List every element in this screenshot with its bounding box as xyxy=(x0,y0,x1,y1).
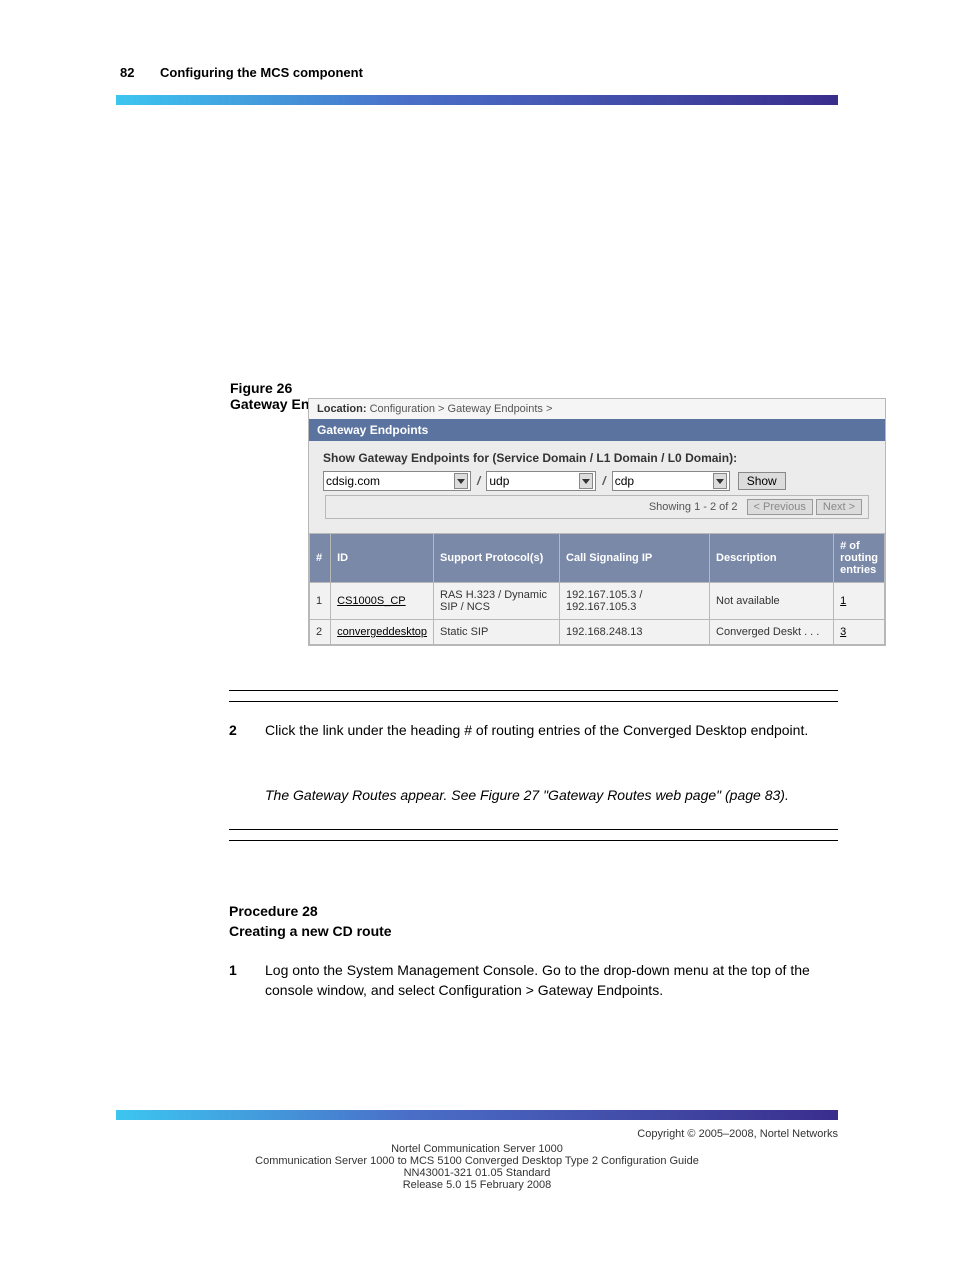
select-value: udp xyxy=(489,474,509,488)
col-desc: Description xyxy=(710,534,834,583)
fig-num: Figure 26 xyxy=(230,380,428,396)
filter-bar: Show Gateway Endpoints for (Service Doma… xyxy=(309,441,885,533)
header-gradient-bar xyxy=(116,95,838,105)
endpoint-link[interactable]: convergeddesktop xyxy=(337,626,427,638)
step-1-after: 1 Log onto the System Management Console… xyxy=(229,960,838,1001)
cell-num: 1 xyxy=(310,583,331,620)
routing-entries-link[interactable]: 1 xyxy=(840,595,846,607)
separator: / xyxy=(598,474,609,488)
prev-button[interactable]: < Previous xyxy=(747,499,813,515)
proc-num: Procedure 28 xyxy=(229,903,318,919)
col-protocol: Support Protocol(s) xyxy=(434,534,560,583)
select-value: cdp xyxy=(615,474,634,488)
location-label: Location: xyxy=(317,403,367,415)
location-path: Configuration > Gateway Endpoints > xyxy=(370,403,553,415)
pager: Showing 1 - 2 of 2 < Previous Next > xyxy=(325,495,869,519)
cell-signaling: 192.167.105.3 / 192.167.105.3 xyxy=(560,583,710,620)
service-domain-select[interactable]: cdsig.com xyxy=(323,471,471,491)
l1-domain-select[interactable]: udp xyxy=(486,471,596,491)
divider xyxy=(229,840,838,841)
cell-protocol: Static SIP xyxy=(434,620,560,645)
table-row: 2 convergeddesktop Static SIP192.168.248.1… xyxy=(310,620,885,645)
select-value: cdsig.com xyxy=(326,474,380,488)
divider xyxy=(229,690,838,691)
cell-desc: Not available xyxy=(710,583,834,620)
breadcrumb: Location: Configuration > Gateway Endpoi… xyxy=(309,399,885,419)
pager-status: Showing 1 - 2 of 2 xyxy=(649,501,738,513)
cell-desc: Converged Deskt . . . xyxy=(710,620,834,645)
step-2b: The Gateway Routes appear. See Figure 27… xyxy=(229,785,838,805)
cell-id: convergeddesktop xyxy=(331,620,434,645)
col-signaling: Call Signaling IP xyxy=(560,534,710,583)
separator: / xyxy=(473,474,484,488)
cell-num: 2 xyxy=(310,620,331,645)
next-button[interactable]: Next > xyxy=(816,499,862,515)
page-number: 82 xyxy=(120,65,134,80)
step-2a: 2 Click the link under the heading # of … xyxy=(229,720,838,740)
panel-title: Gateway Endpoints xyxy=(309,419,885,441)
col-routing: # of routing entries xyxy=(834,534,885,583)
step-text: Click the link under the heading # of ro… xyxy=(265,722,808,738)
page-header-title: Configuring the MCS component xyxy=(160,65,363,80)
table-row: 1 CS1000S_CP RAS H.323 / Dynamic SIP / NCS… xyxy=(310,583,885,620)
step-number: 1 xyxy=(229,960,237,980)
cell-routing: 3 xyxy=(834,620,885,645)
footer-gradient-bar xyxy=(116,1110,838,1120)
footer-doc: Nortel Communication Server 1000 Communi… xyxy=(0,1143,954,1191)
cell-protocol: RAS H.323 / Dynamic SIP / NCS xyxy=(434,583,560,620)
step-text: The Gateway Routes appear. See Figure 27… xyxy=(265,787,789,803)
chevron-down-icon xyxy=(713,473,727,489)
chevron-down-icon xyxy=(579,473,593,489)
divider xyxy=(229,829,838,830)
col-num: # xyxy=(310,534,331,583)
proc-subtitle: Creating a new CD route xyxy=(229,923,392,939)
endpoint-link[interactable]: CS1000S_CP xyxy=(337,595,406,607)
step-number: 2 xyxy=(229,720,237,740)
procedure-title: Procedure 28 Creating a new CD route xyxy=(229,901,838,942)
copyright: Copyright © 2005–2008, Nortel Networks xyxy=(120,1128,838,1140)
endpoints-table: # ID Support Protocol(s) Call Signaling … xyxy=(309,533,885,645)
cell-signaling: 192.168.248.13 xyxy=(560,620,710,645)
l0-domain-select[interactable]: cdp xyxy=(612,471,730,491)
divider xyxy=(229,701,838,702)
filter-label: Show Gateway Endpoints for (Service Doma… xyxy=(323,451,871,465)
step-text: Log onto the System Management Console. … xyxy=(265,962,810,998)
chevron-down-icon xyxy=(454,473,468,489)
gateway-endpoints-screenshot: Location: Configuration > Gateway Endpoi… xyxy=(308,398,886,646)
cell-id: CS1000S_CP xyxy=(331,583,434,620)
col-id: ID xyxy=(331,534,434,583)
routing-entries-link[interactable]: 3 xyxy=(840,626,846,638)
show-button[interactable]: Show xyxy=(738,472,786,490)
cell-routing: 1 xyxy=(834,583,885,620)
